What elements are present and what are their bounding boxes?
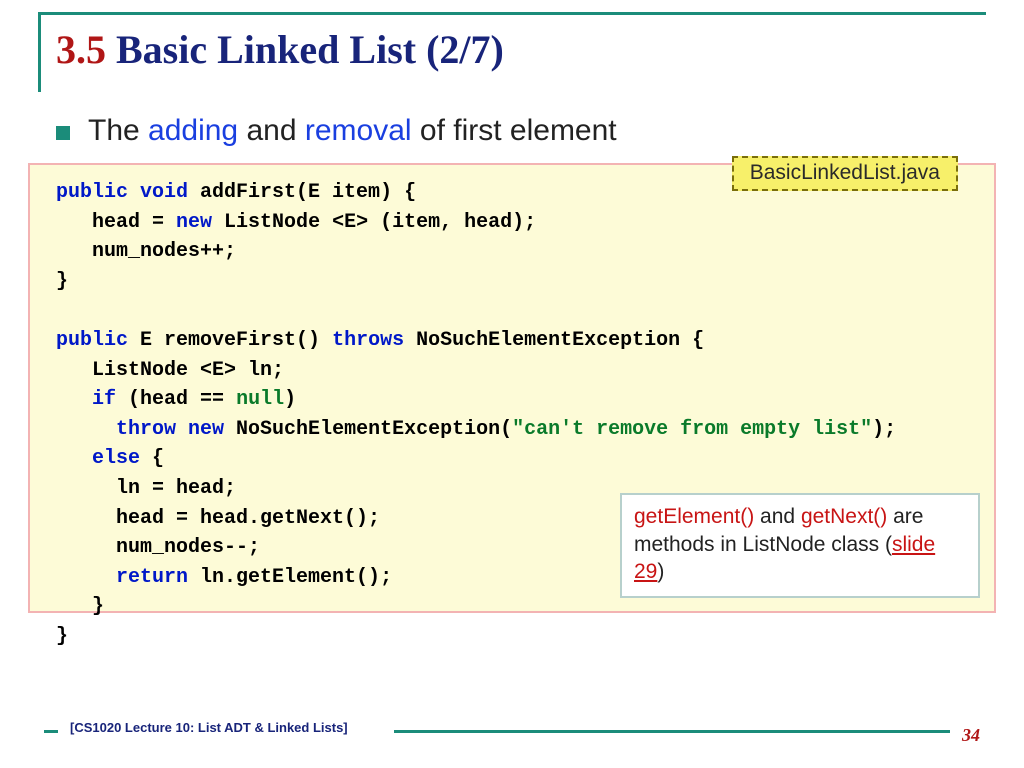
- section-number: 3.5: [56, 27, 106, 72]
- page-number: 34: [956, 725, 980, 746]
- code-keyword: throws: [332, 329, 404, 352]
- title-text: Basic Linked List (2/7): [106, 27, 504, 72]
- code-text: [56, 418, 116, 441]
- note-text: and: [754, 505, 801, 528]
- note-method: getNext(): [801, 505, 887, 528]
- footer-text: [CS1020 Lecture 10: List ADT & Linked Li…: [70, 720, 348, 735]
- bullet-item: The adding and removal of first element: [56, 114, 617, 148]
- footer-rule: [394, 730, 950, 733]
- slide-border-left: [38, 12, 41, 92]
- code-text: ListNode <E> ln;: [56, 359, 284, 382]
- bullet-square-icon: [56, 126, 70, 140]
- slide-title: 3.5 Basic Linked List (2/7): [56, 28, 504, 72]
- bullet-fragment: of first element: [412, 114, 617, 147]
- code-text: [56, 388, 92, 411]
- code-text: {: [140, 447, 164, 470]
- code-keyword: if: [92, 388, 116, 411]
- bullet-highlight: adding: [148, 114, 238, 147]
- code-text: [56, 566, 116, 589]
- code-keyword: return: [116, 566, 188, 589]
- code-text: num_nodes++;: [56, 240, 236, 263]
- code-text: ): [284, 388, 296, 411]
- bullet-fragment: and: [238, 114, 305, 147]
- bullet-highlight: removal: [305, 114, 412, 147]
- code-string: "can't remove from empty list": [512, 418, 872, 441]
- code-text: ln = head;: [56, 477, 236, 500]
- code-text: }: [56, 625, 68, 648]
- code-text: E removeFirst(): [128, 329, 332, 352]
- slide: 3.5 Basic Linked List (2/7) The adding a…: [0, 0, 1024, 768]
- code-text: }: [56, 595, 104, 618]
- code-text: head = head.getNext();: [56, 507, 380, 530]
- code-text: NoSuchElementException {: [404, 329, 704, 352]
- code-text: (head ==: [116, 388, 236, 411]
- slide-border-top: [38, 12, 986, 15]
- bullet-fragment: The: [88, 114, 148, 147]
- code-text: head =: [56, 211, 176, 234]
- code-text: addFirst(E item) {: [188, 181, 416, 204]
- note-method: getElement(): [634, 505, 754, 528]
- code-keyword: new: [176, 211, 212, 234]
- slide-footer: [CS1020 Lecture 10: List ADT & Linked Li…: [44, 720, 980, 742]
- code-keyword: public: [56, 329, 128, 352]
- file-name-label: BasicLinkedList.java: [732, 156, 958, 191]
- code-text: NoSuchElementException(: [224, 418, 512, 441]
- code-literal: null: [236, 388, 284, 411]
- code-text: num_nodes--;: [56, 536, 260, 559]
- code-keyword: public void: [56, 181, 188, 204]
- bullet-text: The adding and removal of first element: [88, 114, 617, 148]
- code-keyword: throw new: [116, 418, 224, 441]
- code-keyword: else: [92, 447, 140, 470]
- code-text: [56, 447, 92, 470]
- code-text: ln.getElement();: [188, 566, 392, 589]
- note-text: ): [657, 560, 664, 583]
- code-text: );: [872, 418, 896, 441]
- footer-dash-icon: [44, 730, 58, 733]
- code-text: }: [56, 270, 68, 293]
- note-box: getElement() and getNext() are methods i…: [620, 493, 980, 598]
- code-text: ListNode <E> (item, head);: [212, 211, 536, 234]
